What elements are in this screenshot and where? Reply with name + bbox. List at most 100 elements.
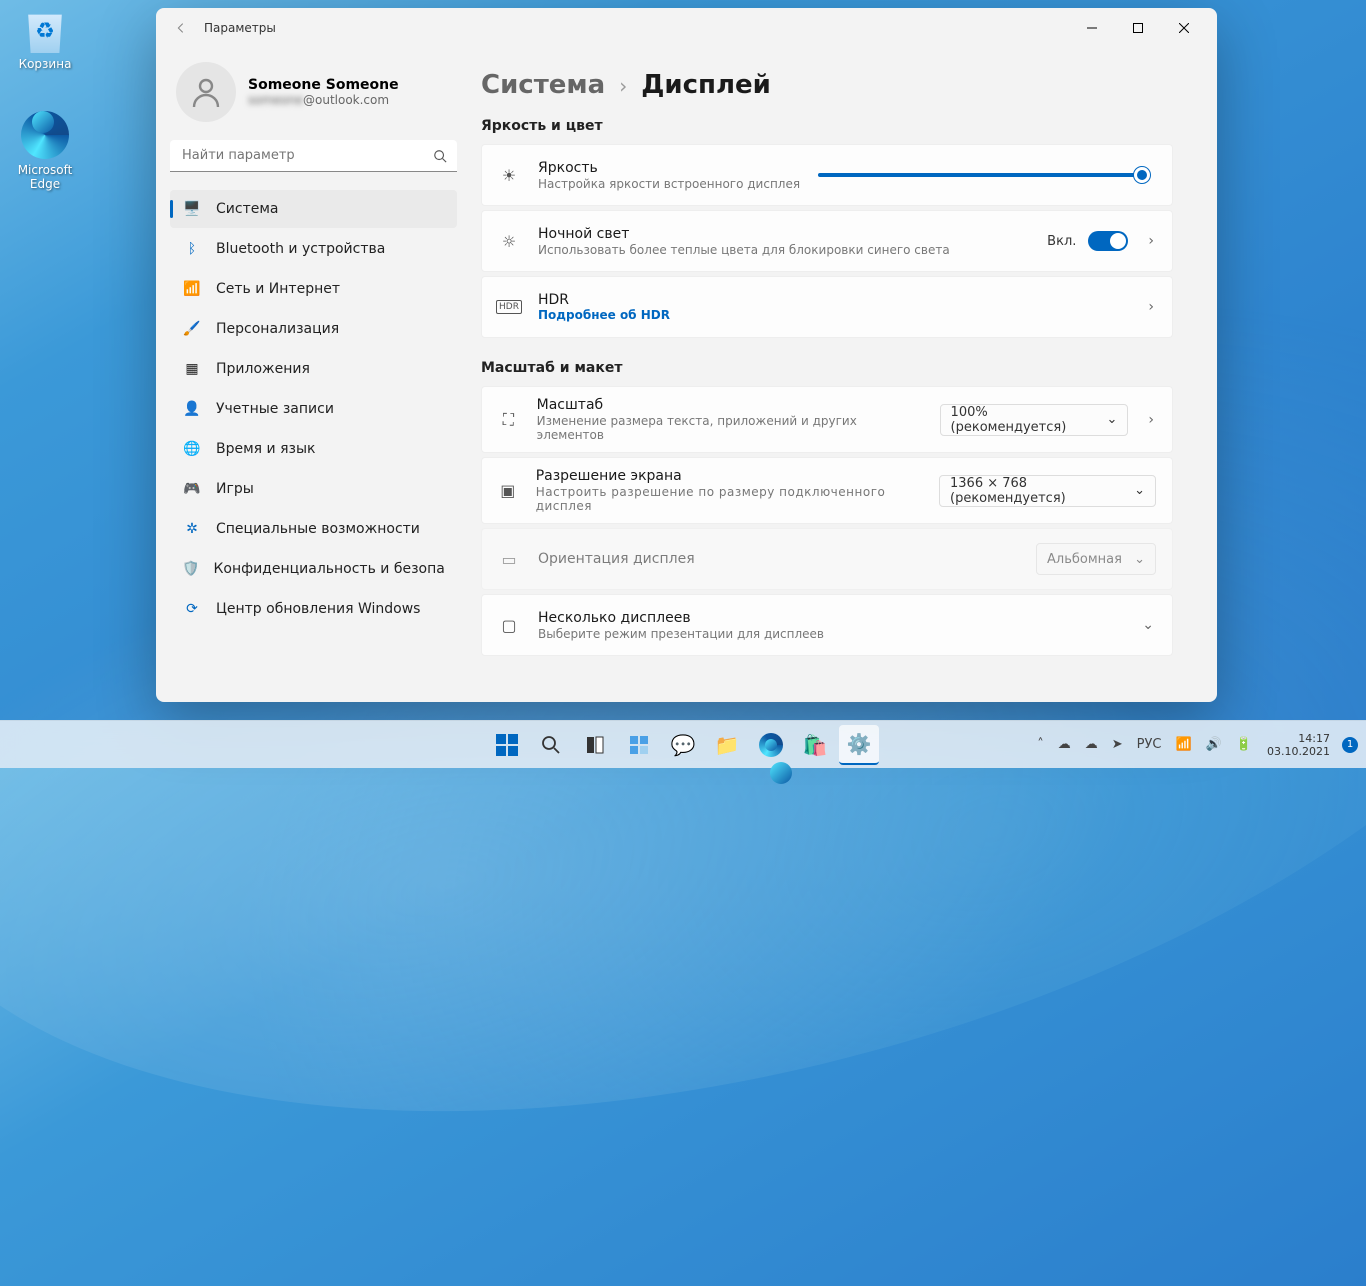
recycle-bin-icon: [21, 5, 69, 53]
settings-window: Параметры Someone Someone someone@outloo…: [156, 8, 1217, 702]
accessibility-icon: ✲: [182, 519, 202, 539]
widgets-button[interactable]: [619, 725, 659, 765]
desktop-recycle-bin[interactable]: Корзина: [5, 5, 85, 71]
sidebar-item-gaming[interactable]: 🎮Игры: [170, 470, 457, 508]
taskbar: 💬 📁 🛍️ ⚙️ ˄ ☁ ☁ ➤ РУС 📶 🔊 🔋 14:17 03.10.…: [0, 720, 1366, 768]
sidebar: Someone Someone someone@outlook.com 🖥️Си…: [156, 48, 471, 702]
app-title: Параметры: [204, 21, 276, 35]
chat-button[interactable]: 💬: [663, 725, 703, 765]
account-email: someone@outlook.com: [248, 93, 399, 107]
desktop-edge[interactable]: Microsoft Edge: [5, 100, 85, 191]
chevron-down-icon: ⌄: [1134, 552, 1145, 567]
tray-battery-icon[interactable]: 🔋: [1231, 721, 1257, 768]
close-button[interactable]: [1161, 12, 1207, 44]
chevron-right-icon[interactable]: ›: [1146, 412, 1156, 428]
orientation-icon: ▭: [498, 550, 520, 569]
hdr-link[interactable]: Подробнее об HDR: [538, 308, 670, 322]
sidebar-item-apps[interactable]: ▦Приложения: [170, 350, 457, 388]
tray-weather-icon[interactable]: ☁: [1080, 721, 1103, 768]
monitor-icon: 🖥️: [182, 199, 202, 219]
night-light-toggle[interactable]: [1088, 231, 1128, 251]
search-box: [170, 140, 457, 172]
tray-clock[interactable]: 14:17 03.10.2021: [1261, 732, 1336, 758]
breadcrumb-current: Дисплей: [641, 70, 771, 100]
settings-button[interactable]: ⚙️: [839, 725, 879, 765]
toggle-state: Вкл.: [1047, 234, 1076, 249]
search-input[interactable]: [170, 140, 457, 172]
sidebar-item-accounts[interactable]: 👤Учетные записи: [170, 390, 457, 428]
multi-display-icon: ▢: [498, 616, 520, 635]
sidebar-item-accessibility[interactable]: ✲Специальные возможности: [170, 510, 457, 548]
explorer-button[interactable]: 📁: [707, 725, 747, 765]
search-button[interactable]: [531, 725, 571, 765]
desktop-label: Корзина: [5, 57, 85, 71]
sidebar-item-network[interactable]: 📶Сеть и Интернет: [170, 270, 457, 308]
sidebar-item-time[interactable]: 🌐Время и язык: [170, 430, 457, 468]
account-name: Someone Someone: [248, 77, 399, 93]
card-brightness: ☀ Яркость Настройка яркости встроенного …: [481, 144, 1173, 206]
resolution-dropdown[interactable]: 1366 × 768 (рекомендуется)⌄: [939, 475, 1156, 507]
edge-button[interactable]: [751, 725, 791, 765]
titlebar: Параметры: [156, 8, 1217, 48]
back-button[interactable]: [166, 13, 196, 43]
card-night-light[interactable]: ☼ Ночной свет Использовать более теплые …: [481, 210, 1173, 272]
search-icon: [433, 148, 447, 167]
edge-icon: [21, 111, 69, 159]
maximize-button[interactable]: [1115, 12, 1161, 44]
apps-icon: ▦: [182, 359, 202, 379]
sidebar-item-privacy[interactable]: 🛡️Конфиденциальность и безопасность: [170, 550, 457, 588]
tray-wifi-icon[interactable]: 📶: [1170, 721, 1196, 768]
orientation-dropdown: Альбомная⌄: [1036, 543, 1156, 575]
tray-language[interactable]: РУС: [1132, 721, 1167, 768]
card-multi-display[interactable]: ▢ Несколько дисплеев Выберите режим през…: [481, 594, 1173, 656]
chevron-down-icon[interactable]: ⌄: [1140, 617, 1156, 633]
card-resolution: ▣ Разрешение экрана Настроить разрешение…: [481, 457, 1173, 524]
minimize-button[interactable]: [1069, 12, 1115, 44]
resolution-icon: ▣: [498, 481, 518, 500]
hdr-icon: HDR: [498, 300, 520, 314]
chevron-right-icon[interactable]: ›: [1146, 233, 1156, 249]
tray-telegram-icon[interactable]: ➤: [1107, 721, 1128, 768]
card-hdr[interactable]: HDR HDR Подробнее об HDR ›: [481, 276, 1173, 338]
card-orientation: ▭ Ориентация дисплея Альбомная⌄: [481, 528, 1173, 590]
bluetooth-icon: ᛒ: [182, 239, 202, 259]
update-icon: ⟳: [182, 599, 202, 619]
breadcrumb-parent[interactable]: Система: [481, 70, 605, 100]
notification-badge[interactable]: 1: [1342, 737, 1358, 753]
chevron-down-icon: ⌄: [1106, 412, 1117, 427]
sidebar-item-bluetooth[interactable]: ᛒBluetooth и устройства: [170, 230, 457, 268]
scale-dropdown[interactable]: 100% (рекомендуется)⌄: [940, 404, 1129, 436]
start-button[interactable]: [487, 725, 527, 765]
account-block[interactable]: Someone Someone someone@outlook.com: [170, 48, 457, 140]
slider-thumb[interactable]: [1134, 167, 1150, 183]
sun-icon: ☀: [498, 166, 520, 185]
card-scale[interactable]: ⛶ Масштаб Изменение размера текста, прил…: [481, 386, 1173, 453]
person-icon: 👤: [182, 399, 202, 419]
sidebar-item-update[interactable]: ⟳Центр обновления Windows: [170, 590, 457, 628]
avatar-icon: [176, 62, 236, 122]
sidebar-item-personalization[interactable]: 🖌️Персонализация: [170, 310, 457, 348]
night-light-icon: ☼: [498, 232, 520, 251]
sidebar-item-system[interactable]: 🖥️Система: [170, 190, 457, 228]
tray-chevron-icon[interactable]: ˄: [1032, 721, 1049, 768]
tray-onedrive-icon[interactable]: ☁: [1053, 721, 1076, 768]
chevron-right-icon[interactable]: ›: [1146, 299, 1156, 315]
brush-icon: 🖌️: [182, 319, 202, 339]
windows-logo-icon: [496, 734, 518, 756]
gamepad-icon: 🎮: [182, 479, 202, 499]
tray-volume-icon[interactable]: 🔊: [1201, 721, 1227, 768]
scale-icon: ⛶: [498, 410, 519, 430]
chevron-down-icon: ⌄: [1134, 483, 1145, 498]
brightness-slider[interactable]: [818, 173, 1150, 177]
shield-icon: 🛡️: [182, 559, 199, 579]
task-view-button[interactable]: [575, 725, 615, 765]
content: Система › Дисплей Яркость и цвет ☀ Яркос…: [471, 48, 1217, 702]
chevron-right-icon: ›: [619, 74, 627, 98]
wifi-icon: 📶: [182, 279, 202, 299]
edge-icon: [759, 733, 783, 757]
store-button[interactable]: 🛍️: [795, 725, 835, 765]
section-brightness-color: Яркость и цвет: [481, 118, 1173, 134]
desktop-label: Microsoft Edge: [5, 163, 85, 191]
globe-icon: 🌐: [182, 439, 202, 459]
breadcrumb: Система › Дисплей: [481, 70, 1173, 100]
